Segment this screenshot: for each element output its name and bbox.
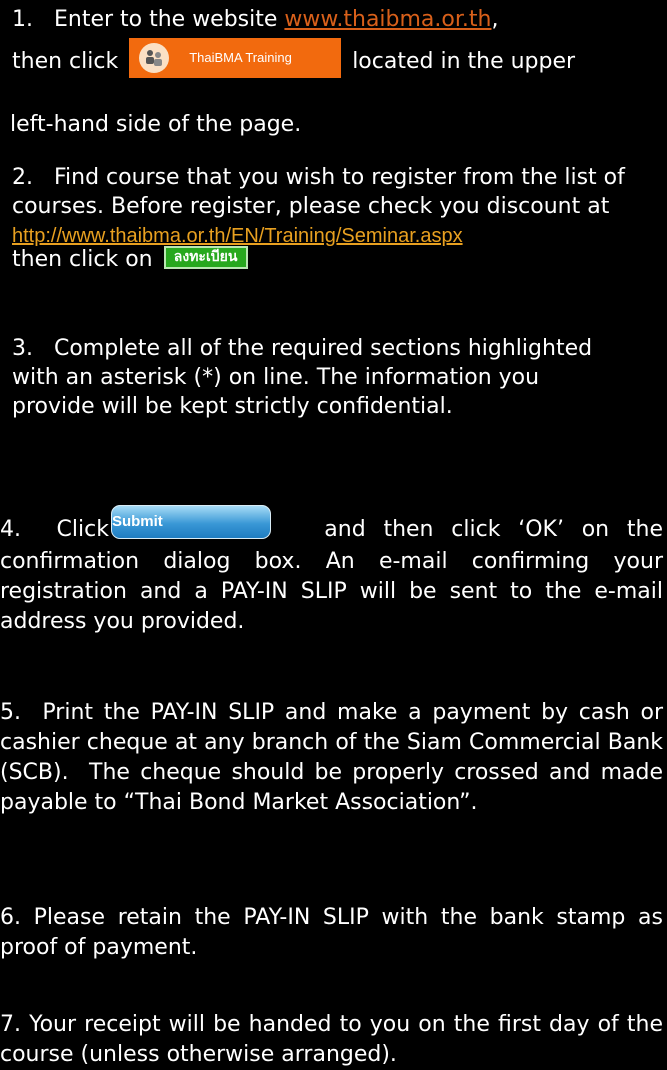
step-1-continued: left-hand side of the page.	[10, 112, 302, 137]
step-1-comma: ,	[491, 7, 499, 32]
step-6: 6. Please retain the PAY-IN SLIP with th…	[0, 905, 663, 960]
step-2-link-line: http://www.thaibma.or.th/EN/Training/Sem…	[12, 224, 652, 248]
step-2-text: 2. Find course that you wish to register…	[12, 165, 632, 219]
step-2-click-line: then click on ลงทะเบียน	[12, 245, 652, 272]
thaibma-training-button[interactable]: ThaiBMA Training	[129, 38, 342, 78]
submit-button[interactable]: Submit	[110, 505, 271, 539]
step-2-click-text: then click on	[12, 247, 160, 272]
step-1: 1. Enter to the website www.thaibma.or.t…	[12, 5, 662, 82]
step-7: 7. Your receipt will be handed to you on…	[0, 1012, 663, 1067]
step-2: 2. Find course that you wish to register…	[12, 163, 652, 272]
step-1-prefix: 1. Enter to the website	[12, 7, 285, 32]
register-button[interactable]: ลงทะเบียน	[163, 245, 248, 269]
step-1-suffix: located in the upper	[345, 49, 576, 74]
thaibma-training-label: ThaiBMA Training	[189, 50, 292, 65]
step-1-line-2: then click ThaiBMA Training located in t…	[12, 38, 662, 82]
seminar-discount-link[interactable]: http://www.thaibma.or.th/EN/Training/Sem…	[12, 225, 463, 247]
thaibma-website-link[interactable]: www.thaibma.or.th	[284, 7, 491, 32]
step-3: 3. Complete all of the required sections…	[12, 336, 600, 419]
step-4-prefix: 4. Click	[0, 517, 109, 542]
step-1-line-1: 1. Enter to the website www.thaibma.or.t…	[12, 5, 662, 34]
step-4: 4. Click Submit and then click ‘OK’ on th…	[0, 505, 663, 637]
step-5: 5. Print the PAY-IN SLIP and make a paym…	[0, 700, 663, 815]
step-1-click-text: then click	[12, 49, 126, 74]
training-people-icon	[139, 42, 170, 73]
